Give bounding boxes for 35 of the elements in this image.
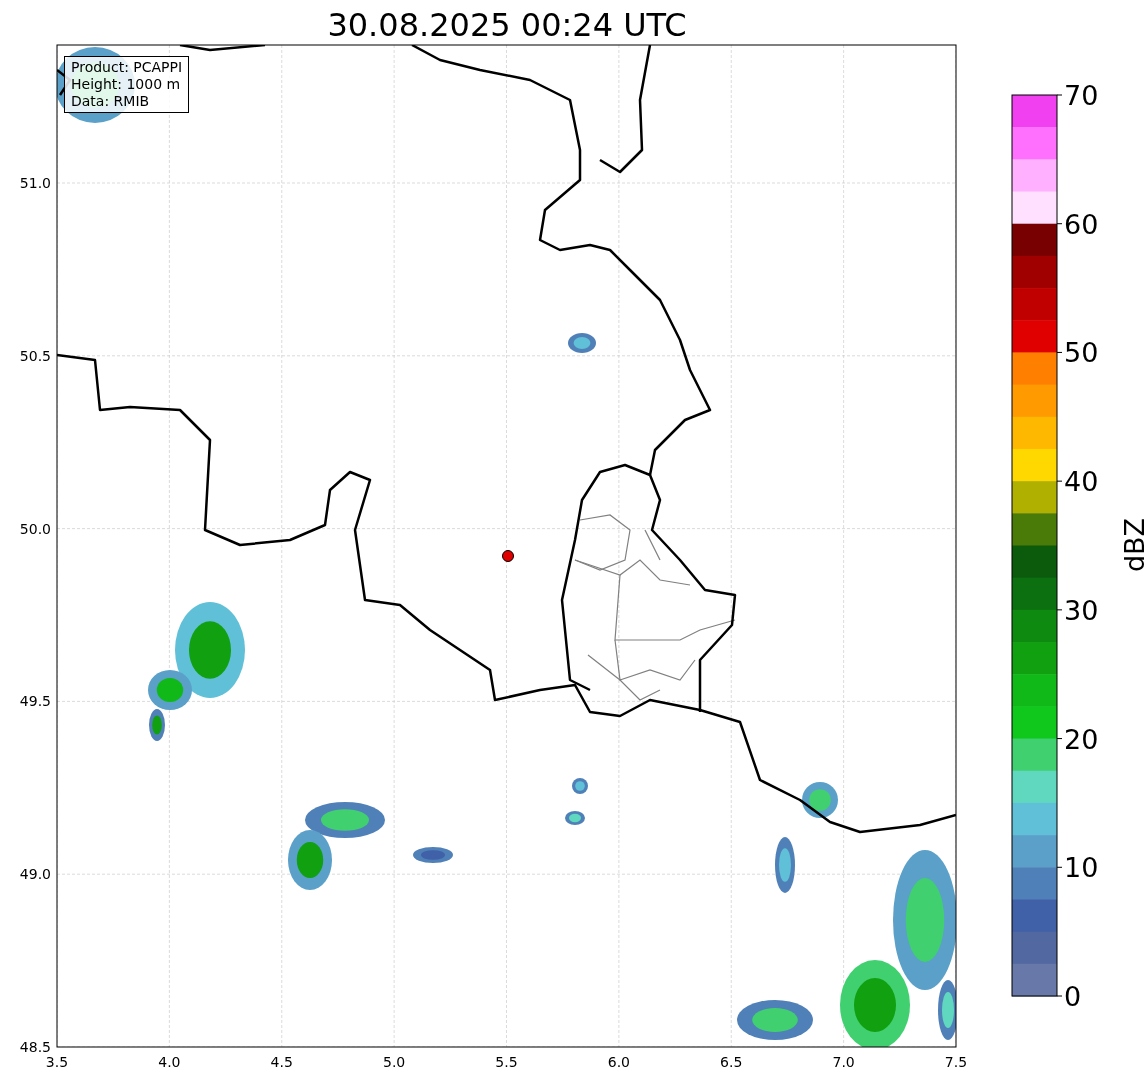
- colorbar-tick-label: 40: [1064, 466, 1099, 498]
- radar-echo: [572, 778, 588, 794]
- radar-echo: [775, 837, 795, 893]
- x-tick-label: 7.5: [944, 1054, 968, 1070]
- x-tick-label: 7.0: [832, 1054, 855, 1070]
- x-tick-label: 3.5: [45, 1054, 69, 1070]
- x-tick-label: 5.5: [495, 1054, 518, 1070]
- info-text: Product: PCAPPI: [71, 59, 183, 76]
- radar-echo: [413, 847, 453, 863]
- radar-site-marker: [502, 550, 514, 562]
- radar-echo: [565, 811, 585, 825]
- colorbar-tick-label: 30: [1064, 594, 1099, 626]
- colorbar-label: dBZ: [1119, 517, 1145, 573]
- radar-echo: [802, 782, 838, 818]
- colorbar-tick-label: 60: [1064, 208, 1099, 240]
- x-tick-label: 6.5: [720, 1054, 743, 1070]
- info-text: Height: 1000 m: [71, 76, 182, 93]
- y-tick-label: 49.5: [19, 693, 51, 710]
- x-tick-label: 4.5: [270, 1054, 293, 1070]
- colorbar-tick-label: 20: [1064, 723, 1099, 755]
- x-tick-label: 6.0: [607, 1054, 630, 1070]
- y-tick-label: 48.5: [19, 1039, 51, 1055]
- colorbar-tick-label: 0: [1064, 981, 1082, 1012]
- info-text: Data: RMIB: [71, 93, 151, 110]
- colorbar-tick-label: 50: [1064, 337, 1099, 369]
- x-tick-label: 5.0: [383, 1054, 406, 1070]
- y-tick-label: 51.0: [19, 175, 51, 191]
- colorbar-tick-label: 10: [1064, 852, 1099, 884]
- colorbar-tick-label: 70: [1064, 80, 1099, 111]
- x-tick-label: 4.0: [158, 1054, 181, 1070]
- y-tick-label: 50.0: [19, 520, 51, 537]
- y-tick-label: 49.0: [19, 866, 51, 883]
- y-tick-label: 50.5: [19, 347, 51, 364]
- radar-echo: [568, 333, 596, 353]
- chart-title: 30.08.2025 00:24 UTC: [326, 5, 688, 45]
